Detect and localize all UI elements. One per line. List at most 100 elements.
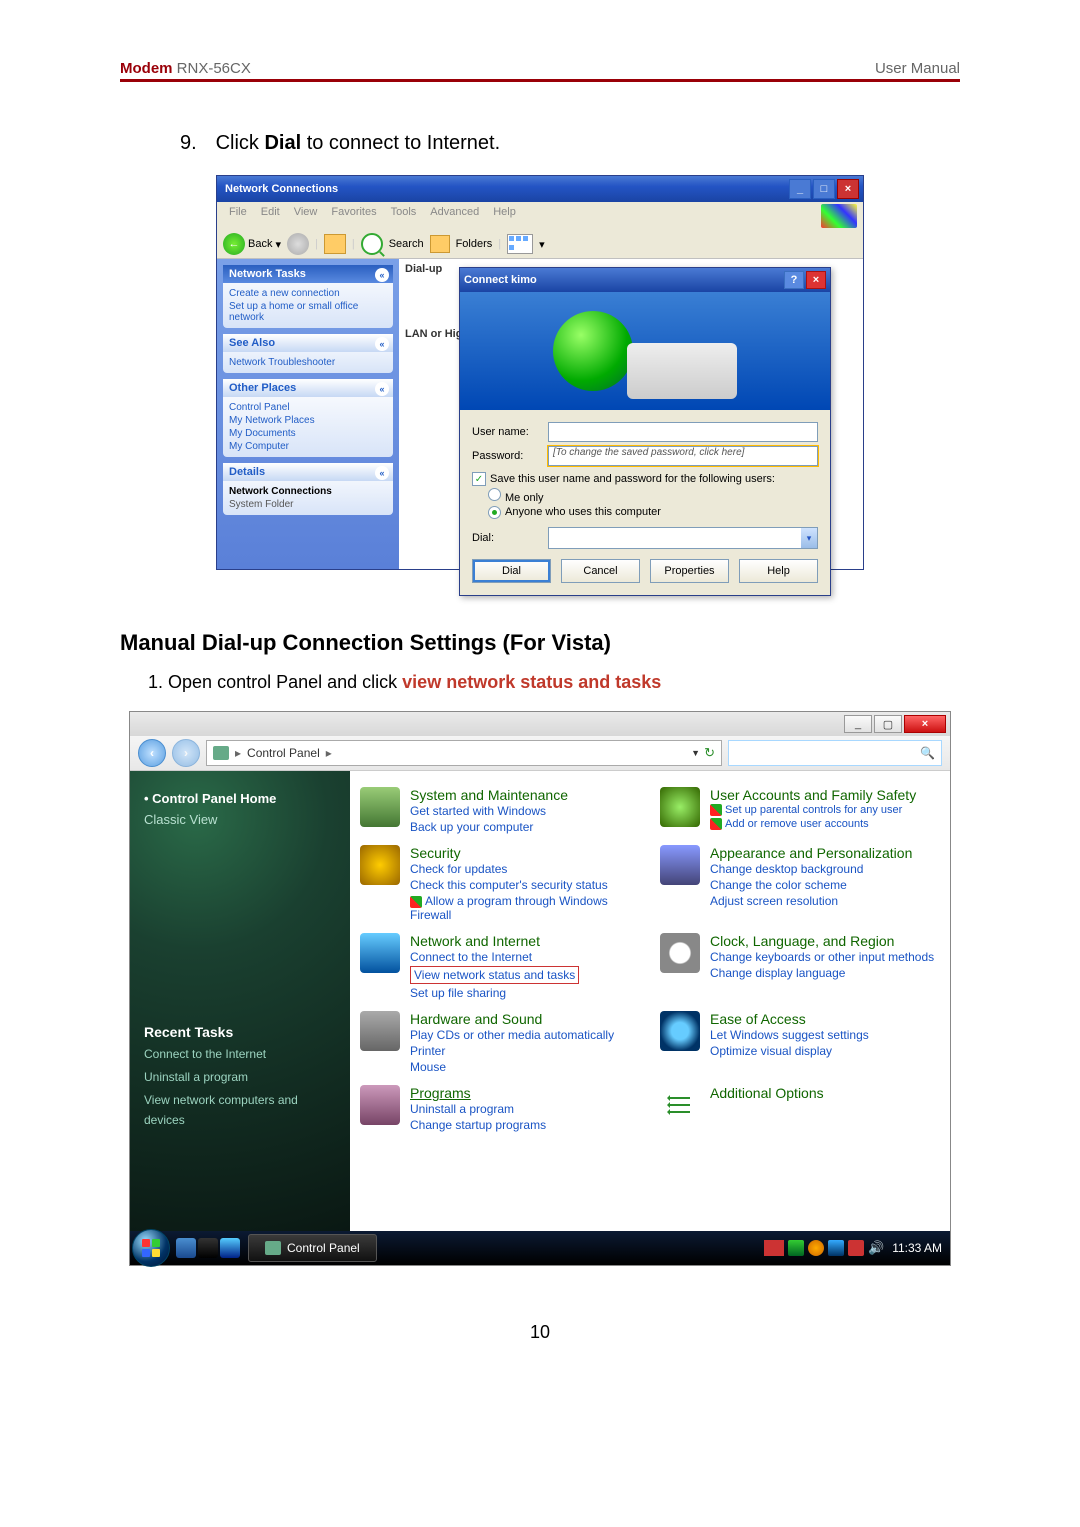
clock-language-category[interactable]: Clock, Language, and Region — [710, 933, 934, 949]
uninstall-program-link[interactable]: Uninstall a program — [410, 1101, 546, 1117]
tray-icon[interactable] — [848, 1240, 864, 1256]
check-updates-link[interactable]: Check for updates — [410, 861, 640, 877]
collapse-icon[interactable]: « — [375, 382, 389, 396]
back-button[interactable]: ← Back ▾ — [223, 233, 281, 255]
network-places-link[interactable]: My Network Places — [229, 414, 387, 427]
menu-help[interactable]: Help — [487, 204, 522, 228]
mouse-link[interactable]: Mouse — [410, 1059, 614, 1075]
startup-programs-link[interactable]: Change startup programs — [410, 1117, 546, 1133]
close-button[interactable]: × — [904, 715, 946, 733]
connect-internet-link[interactable]: Connect to the Internet — [410, 949, 579, 965]
network-status-link[interactable]: View network status and tasks — [410, 965, 579, 985]
xp-menubar[interactable]: File Edit View Favorites Tools Advanced … — [217, 202, 863, 230]
views-button[interactable] — [507, 234, 533, 254]
maximize-button[interactable]: ▢ — [874, 715, 902, 733]
network-tray-icon[interactable] — [828, 1240, 844, 1256]
up-folder-button[interactable] — [324, 234, 346, 254]
collapse-icon[interactable]: « — [375, 466, 389, 480]
quick-launch-item[interactable] — [220, 1238, 240, 1258]
security-status-link[interactable]: Check this computer's security status — [410, 877, 640, 893]
setup-network-link[interactable]: Set up a home or small office network — [229, 300, 387, 324]
additional-options-category[interactable]: Additional Options — [710, 1085, 824, 1101]
desktop-bg-link[interactable]: Change desktop background — [710, 861, 912, 877]
add-remove-users-link[interactable]: Add or remove user accounts — [710, 817, 916, 831]
help-button[interactable]: Help — [739, 559, 818, 583]
back-button[interactable]: ‹ — [138, 739, 166, 767]
network-troubleshooter-link[interactable]: Network Troubleshooter — [229, 356, 387, 369]
close-button[interactable]: × — [806, 271, 826, 289]
classic-view-link[interactable]: Classic View — [144, 810, 336, 831]
me-only-radio[interactable] — [488, 488, 501, 501]
connect-dialog-titlebar[interactable]: Connect kimo ? × — [460, 268, 830, 292]
breadcrumb-control-panel[interactable]: Control Panel — [247, 746, 320, 760]
language-indicator[interactable] — [764, 1240, 784, 1256]
get-started-link[interactable]: Get started with Windows — [410, 803, 568, 819]
forward-button[interactable] — [287, 233, 309, 255]
control-panel-link[interactable]: Control Panel — [229, 401, 387, 414]
clock[interactable]: 11:33 AM — [892, 1241, 942, 1255]
tray-icon[interactable] — [808, 1240, 824, 1256]
user-accounts-category[interactable]: User Accounts and Family Safety — [710, 787, 916, 803]
backup-link[interactable]: Back up your computer — [410, 819, 568, 835]
help-button[interactable]: ? — [784, 271, 804, 289]
start-button[interactable] — [132, 1229, 170, 1267]
search-box[interactable]: 🔍 — [728, 740, 942, 766]
vista-taskbar[interactable]: Control Panel 🔊 11:33 AM — [130, 1231, 950, 1265]
menu-tools[interactable]: Tools — [385, 204, 423, 228]
recent-task-view-network[interactable]: View network computers and devices — [144, 1089, 336, 1131]
username-input[interactable] — [548, 422, 818, 442]
my-computer-link[interactable]: My Computer — [229, 440, 387, 453]
programs-category[interactable]: Programs — [410, 1085, 546, 1101]
menu-edit[interactable]: Edit — [255, 204, 286, 228]
network-tasks-header[interactable]: Network Tasks « — [223, 265, 393, 283]
screen-resolution-link[interactable]: Adjust screen resolution — [710, 893, 912, 909]
hardware-sound-category[interactable]: Hardware and Sound — [410, 1011, 614, 1027]
appearance-category[interactable]: Appearance and Personalization — [710, 845, 912, 861]
network-internet-category[interactable]: Network and Internet — [410, 933, 579, 949]
search-label[interactable]: Search — [389, 238, 424, 250]
forward-button[interactable]: › — [172, 739, 200, 767]
search-icon[interactable] — [361, 233, 383, 255]
ease-of-access-category[interactable]: Ease of Access — [710, 1011, 869, 1027]
menu-favorites[interactable]: Favorites — [325, 204, 382, 228]
printer-link[interactable]: Printer — [410, 1043, 614, 1059]
keyboards-link[interactable]: Change keyboards or other input methods — [710, 949, 934, 965]
file-sharing-link[interactable]: Set up file sharing — [410, 985, 579, 1001]
taskbar-control-panel-button[interactable]: Control Panel — [248, 1234, 377, 1262]
close-button[interactable]: × — [837, 179, 859, 199]
folders-icon[interactable] — [430, 235, 450, 253]
recent-task-connect[interactable]: Connect to the Internet — [144, 1043, 336, 1066]
display-language-link[interactable]: Change display language — [710, 965, 934, 981]
quick-launch-item[interactable] — [198, 1238, 218, 1258]
security-category[interactable]: Security — [410, 845, 640, 861]
other-places-header[interactable]: Other Places « — [223, 379, 393, 397]
cancel-button[interactable]: Cancel — [561, 559, 640, 583]
collapse-icon[interactable]: « — [375, 268, 389, 282]
refresh-icon[interactable]: ↻ — [704, 745, 715, 761]
location-box[interactable]: ▸ Control Panel ▸ ▼ ↻ — [206, 740, 722, 766]
folders-label[interactable]: Folders — [456, 238, 493, 250]
create-connection-link[interactable]: Create a new connection — [229, 287, 387, 300]
suggest-settings-link[interactable]: Let Windows suggest settings — [710, 1027, 869, 1043]
anyone-radio[interactable] — [488, 506, 501, 519]
autoplay-link[interactable]: Play CDs or other media automatically — [410, 1027, 614, 1043]
visual-display-link[interactable]: Optimize visual display — [710, 1043, 869, 1059]
see-also-header[interactable]: See Also « — [223, 334, 393, 352]
minimize-button[interactable]: _ — [789, 179, 811, 199]
minimize-button[interactable]: _ — [844, 715, 872, 733]
tray-icon[interactable] — [788, 1240, 804, 1256]
menu-view[interactable]: View — [288, 204, 324, 228]
maximize-button[interactable]: □ — [813, 179, 835, 199]
recent-task-uninstall[interactable]: Uninstall a program — [144, 1066, 336, 1089]
system-maintenance-category[interactable]: System and Maintenance — [410, 787, 568, 803]
color-scheme-link[interactable]: Change the color scheme — [710, 877, 912, 893]
my-documents-link[interactable]: My Documents — [229, 427, 387, 440]
details-header[interactable]: Details « — [223, 463, 393, 481]
collapse-icon[interactable]: « — [375, 337, 389, 351]
volume-icon[interactable]: 🔊 — [868, 1240, 884, 1256]
save-credentials-checkbox[interactable]: ✓ — [472, 472, 486, 486]
location-dropdown-icon[interactable]: ▼ — [691, 748, 700, 758]
xp-titlebar[interactable]: Network Connections _ □ × — [217, 176, 863, 202]
dial-number-select[interactable]: ▾ — [548, 527, 818, 549]
menu-file[interactable]: File — [223, 204, 253, 228]
